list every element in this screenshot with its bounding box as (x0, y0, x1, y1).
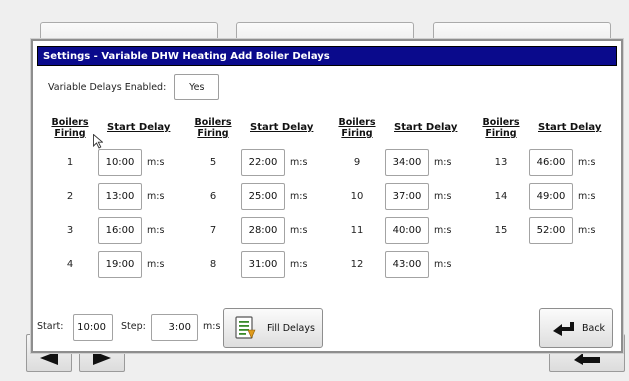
start-delay-header: Start Delay (107, 122, 171, 133)
delay-unit-label: m:s (147, 191, 165, 202)
boilers-firing-header: Boilers Firing (337, 117, 377, 139)
boiler-number: 15 (494, 225, 508, 236)
start-input[interactable]: 10:00 (73, 314, 113, 341)
start-delay-input[interactable]: 10:00 (98, 149, 142, 176)
boilers-firing-header: Boilers Firing (50, 117, 90, 139)
delay-unit-label: m:s (434, 157, 452, 168)
boiler-number: 7 (209, 225, 217, 236)
boilers-firing-header: Boilers Firing (193, 117, 233, 139)
boilers-header-line1: Boilers (51, 117, 89, 128)
boilers-header-line2: Firing (197, 128, 229, 139)
variable-delays-label: Variable Delays Enabled: (48, 81, 167, 93)
boiler-number: 2 (66, 191, 74, 202)
boiler-number: 10 (350, 191, 364, 202)
start-delay-input[interactable]: 13:00 (98, 183, 142, 210)
delay-unit-label: m:s (147, 157, 165, 168)
start-delay-header: Start Delay (538, 122, 602, 133)
boiler-number: 5 (209, 157, 217, 168)
start-delay-input[interactable]: 46:00 (529, 149, 573, 176)
back-label: Back (582, 322, 606, 334)
boiler-number: 6 (209, 191, 217, 202)
boiler-number: 3 (66, 225, 74, 236)
return-arrow-icon (553, 322, 574, 336)
settings-dialog: Settings - Variable DHW Heating Add Boil… (31, 39, 623, 353)
boilers-firing-header: Boilers Firing (481, 117, 521, 139)
start-delay-header: Start Delay (394, 122, 458, 133)
start-delay-input[interactable]: 34:00 (385, 149, 429, 176)
start-delay-input[interactable]: 52:00 (529, 217, 573, 244)
start-label: Start: (37, 321, 64, 332)
boiler-number: 4 (66, 259, 74, 270)
boiler-number: 14 (494, 191, 508, 202)
boiler-number: 8 (209, 259, 217, 270)
delay-unit-label: m:s (147, 225, 165, 236)
return-arrow-icon (574, 353, 600, 365)
start-delay-input[interactable]: 43:00 (385, 251, 429, 278)
delay-unit-label: m:s (578, 191, 596, 202)
variable-delays-row: Variable Delays Enabled: Yes (48, 74, 220, 100)
boiler-number: 1 (66, 157, 74, 168)
start-delay-input[interactable]: 49:00 (529, 183, 573, 210)
dialog-title: Settings - Variable DHW Heating Add Boil… (37, 46, 617, 66)
fill-delays-button[interactable]: Fill Delays (223, 308, 323, 348)
back-button[interactable]: Back (539, 308, 613, 348)
fill-delays-label: Fill Delays (267, 322, 315, 334)
delay-unit-label: m:s (147, 259, 165, 270)
delay-unit-label: m:s (290, 191, 308, 202)
start-delay-input[interactable]: 22:00 (241, 149, 285, 176)
boilers-header-line2: Firing (485, 128, 517, 139)
boilers-header-line1: Boilers (338, 117, 376, 128)
boiler-number: 9 (353, 157, 361, 168)
start-delay-header: Start Delay (250, 122, 314, 133)
delay-unit-label: m:s (290, 259, 308, 270)
boiler-number: 13 (494, 157, 508, 168)
start-delay-input[interactable]: 16:00 (98, 217, 142, 244)
boilers-header-line2: Firing (341, 128, 373, 139)
step-label: Step: (121, 321, 146, 332)
boiler-number: 11 (350, 225, 364, 236)
start-delay-input[interactable]: 25:00 (241, 183, 285, 210)
left-arrow-icon (40, 351, 58, 365)
right-arrow-icon (93, 351, 111, 365)
fill-document-icon (235, 316, 256, 339)
variable-delays-toggle[interactable]: Yes (174, 74, 220, 100)
delay-unit-label: m:s (290, 225, 308, 236)
boiler-number: 12 (350, 259, 364, 270)
delay-unit-label: m:s (434, 225, 452, 236)
step-unit-label: m:s (203, 321, 221, 332)
delay-unit-label: m:s (578, 157, 596, 168)
boilers-header-line2: Firing (54, 128, 86, 139)
start-delay-input[interactable]: 28:00 (241, 217, 285, 244)
step-input[interactable]: 3:00 (151, 314, 198, 341)
delay-unit-label: m:s (434, 191, 452, 202)
start-delay-input[interactable]: 40:00 (385, 217, 429, 244)
start-delay-input[interactable]: 37:00 (385, 183, 429, 210)
boilers-header-line1: Boilers (482, 117, 520, 128)
boilers-header-line1: Boilers (194, 117, 232, 128)
start-delay-input[interactable]: 19:00 (98, 251, 142, 278)
delay-unit-label: m:s (434, 259, 452, 270)
delay-unit-label: m:s (290, 157, 308, 168)
start-delay-input[interactable]: 31:00 (241, 251, 285, 278)
mouse-cursor-icon (93, 134, 103, 149)
delay-unit-label: m:s (578, 225, 596, 236)
